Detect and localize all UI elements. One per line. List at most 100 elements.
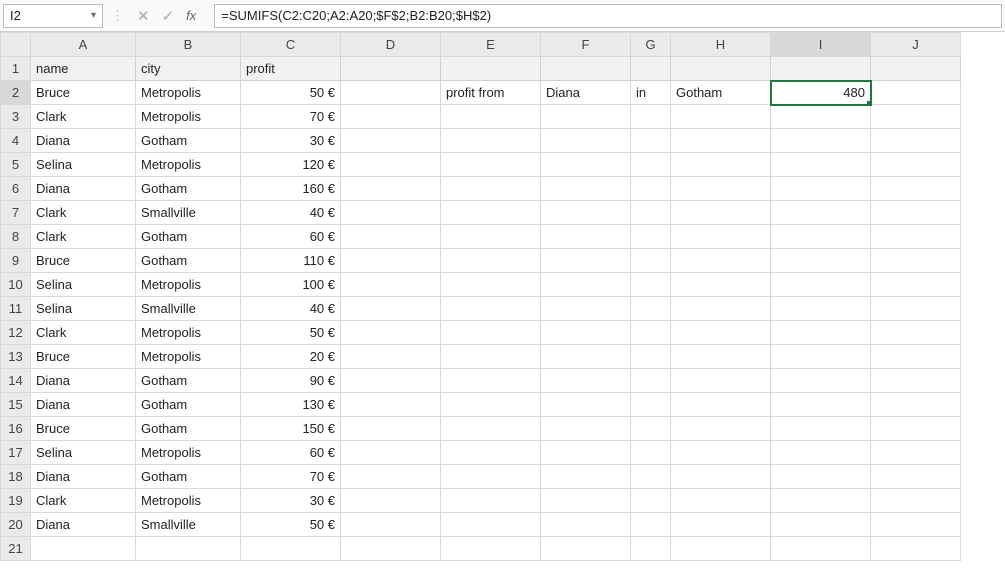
cell-C8[interactable]: 60 € [241, 225, 341, 249]
cell-D5[interactable] [341, 153, 441, 177]
cell-H7[interactable] [671, 201, 771, 225]
cell-I14[interactable] [771, 369, 871, 393]
row-header-9[interactable]: 9 [1, 249, 31, 273]
cell-J11[interactable] [871, 297, 961, 321]
cell-F13[interactable] [541, 345, 631, 369]
row-header-16[interactable]: 16 [1, 417, 31, 441]
cell-A2[interactable]: Bruce [31, 81, 136, 105]
cell-C21[interactable] [241, 537, 341, 561]
cell-H12[interactable] [671, 321, 771, 345]
cell-A21[interactable] [31, 537, 136, 561]
cell-D20[interactable] [341, 513, 441, 537]
cell-A16[interactable]: Bruce [31, 417, 136, 441]
formula-input[interactable]: =SUMIFS(C2:C20;A2:A20;$F$2;B2:B20;$H$2) [214, 4, 1002, 28]
cell-F4[interactable] [541, 129, 631, 153]
splitter-handle[interactable]: ⋮ [109, 8, 125, 24]
cell-J20[interactable] [871, 513, 961, 537]
cell-H2[interactable]: Gotham [671, 81, 771, 105]
row-header-1[interactable]: 1 [1, 57, 31, 81]
col-header-B[interactable]: B [136, 33, 241, 57]
cell-H21[interactable] [671, 537, 771, 561]
cell-B6[interactable]: Gotham [136, 177, 241, 201]
cell-E6[interactable] [441, 177, 541, 201]
cell-D13[interactable] [341, 345, 441, 369]
cell-A15[interactable]: Diana [31, 393, 136, 417]
cell-A10[interactable]: Selina [31, 273, 136, 297]
col-header-E[interactable]: E [441, 33, 541, 57]
cell-A17[interactable]: Selina [31, 441, 136, 465]
col-header-C[interactable]: C [241, 33, 341, 57]
row-header-20[interactable]: 20 [1, 513, 31, 537]
cell-A9[interactable]: Bruce [31, 249, 136, 273]
cell-D9[interactable] [341, 249, 441, 273]
cell-A5[interactable]: Selina [31, 153, 136, 177]
cancel-icon[interactable]: ✕ [137, 7, 150, 25]
cell-E9[interactable] [441, 249, 541, 273]
cell-H4[interactable] [671, 129, 771, 153]
col-header-F[interactable]: F [541, 33, 631, 57]
cell-I2[interactable]: 480 [771, 81, 871, 105]
cell-I21[interactable] [771, 537, 871, 561]
cell-C7[interactable]: 40 € [241, 201, 341, 225]
cell-B4[interactable]: Gotham [136, 129, 241, 153]
cell-D18[interactable] [341, 465, 441, 489]
cell-H8[interactable] [671, 225, 771, 249]
cell-A18[interactable]: Diana [31, 465, 136, 489]
cell-E17[interactable] [441, 441, 541, 465]
cell-I5[interactable] [771, 153, 871, 177]
cell-F11[interactable] [541, 297, 631, 321]
cell-H11[interactable] [671, 297, 771, 321]
row-header-11[interactable]: 11 [1, 297, 31, 321]
cell-D6[interactable] [341, 177, 441, 201]
cell-F6[interactable] [541, 177, 631, 201]
cell-A1[interactable]: name [31, 57, 136, 81]
cell-J18[interactable] [871, 465, 961, 489]
row-header-12[interactable]: 12 [1, 321, 31, 345]
row-header-6[interactable]: 6 [1, 177, 31, 201]
cell-E16[interactable] [441, 417, 541, 441]
cell-F10[interactable] [541, 273, 631, 297]
accept-icon[interactable]: ✓ [162, 7, 175, 25]
cell-F5[interactable] [541, 153, 631, 177]
cell-F12[interactable] [541, 321, 631, 345]
fx-icon[interactable]: fx [186, 8, 202, 23]
cell-F17[interactable] [541, 441, 631, 465]
cell-B2[interactable]: Metropolis [136, 81, 241, 105]
cell-J14[interactable] [871, 369, 961, 393]
cell-I20[interactable] [771, 513, 871, 537]
cell-J13[interactable] [871, 345, 961, 369]
cell-H18[interactable] [671, 465, 771, 489]
cell-B21[interactable] [136, 537, 241, 561]
cell-G18[interactable] [631, 465, 671, 489]
cell-E8[interactable] [441, 225, 541, 249]
cell-F8[interactable] [541, 225, 631, 249]
cell-C3[interactable]: 70 € [241, 105, 341, 129]
cell-C19[interactable]: 30 € [241, 489, 341, 513]
cell-F15[interactable] [541, 393, 631, 417]
cell-J1[interactable] [871, 57, 961, 81]
cell-D17[interactable] [341, 441, 441, 465]
cell-A19[interactable]: Clark [31, 489, 136, 513]
col-header-J[interactable]: J [871, 33, 961, 57]
cell-I6[interactable] [771, 177, 871, 201]
cell-C2[interactable]: 50 € [241, 81, 341, 105]
row-header-3[interactable]: 3 [1, 105, 31, 129]
cell-A7[interactable]: Clark [31, 201, 136, 225]
cell-G16[interactable] [631, 417, 671, 441]
cell-I8[interactable] [771, 225, 871, 249]
cell-I16[interactable] [771, 417, 871, 441]
cell-G6[interactable] [631, 177, 671, 201]
cell-E15[interactable] [441, 393, 541, 417]
cell-F3[interactable] [541, 105, 631, 129]
cell-A6[interactable]: Diana [31, 177, 136, 201]
cell-B10[interactable]: Metropolis [136, 273, 241, 297]
cell-H9[interactable] [671, 249, 771, 273]
cell-F14[interactable] [541, 369, 631, 393]
cell-B15[interactable]: Gotham [136, 393, 241, 417]
cell-F19[interactable] [541, 489, 631, 513]
cell-D1[interactable] [341, 57, 441, 81]
cell-J10[interactable] [871, 273, 961, 297]
col-header-I[interactable]: I [771, 33, 871, 57]
name-box-dropdown-icon[interactable]: ▾ [91, 10, 96, 21]
cell-E7[interactable] [441, 201, 541, 225]
